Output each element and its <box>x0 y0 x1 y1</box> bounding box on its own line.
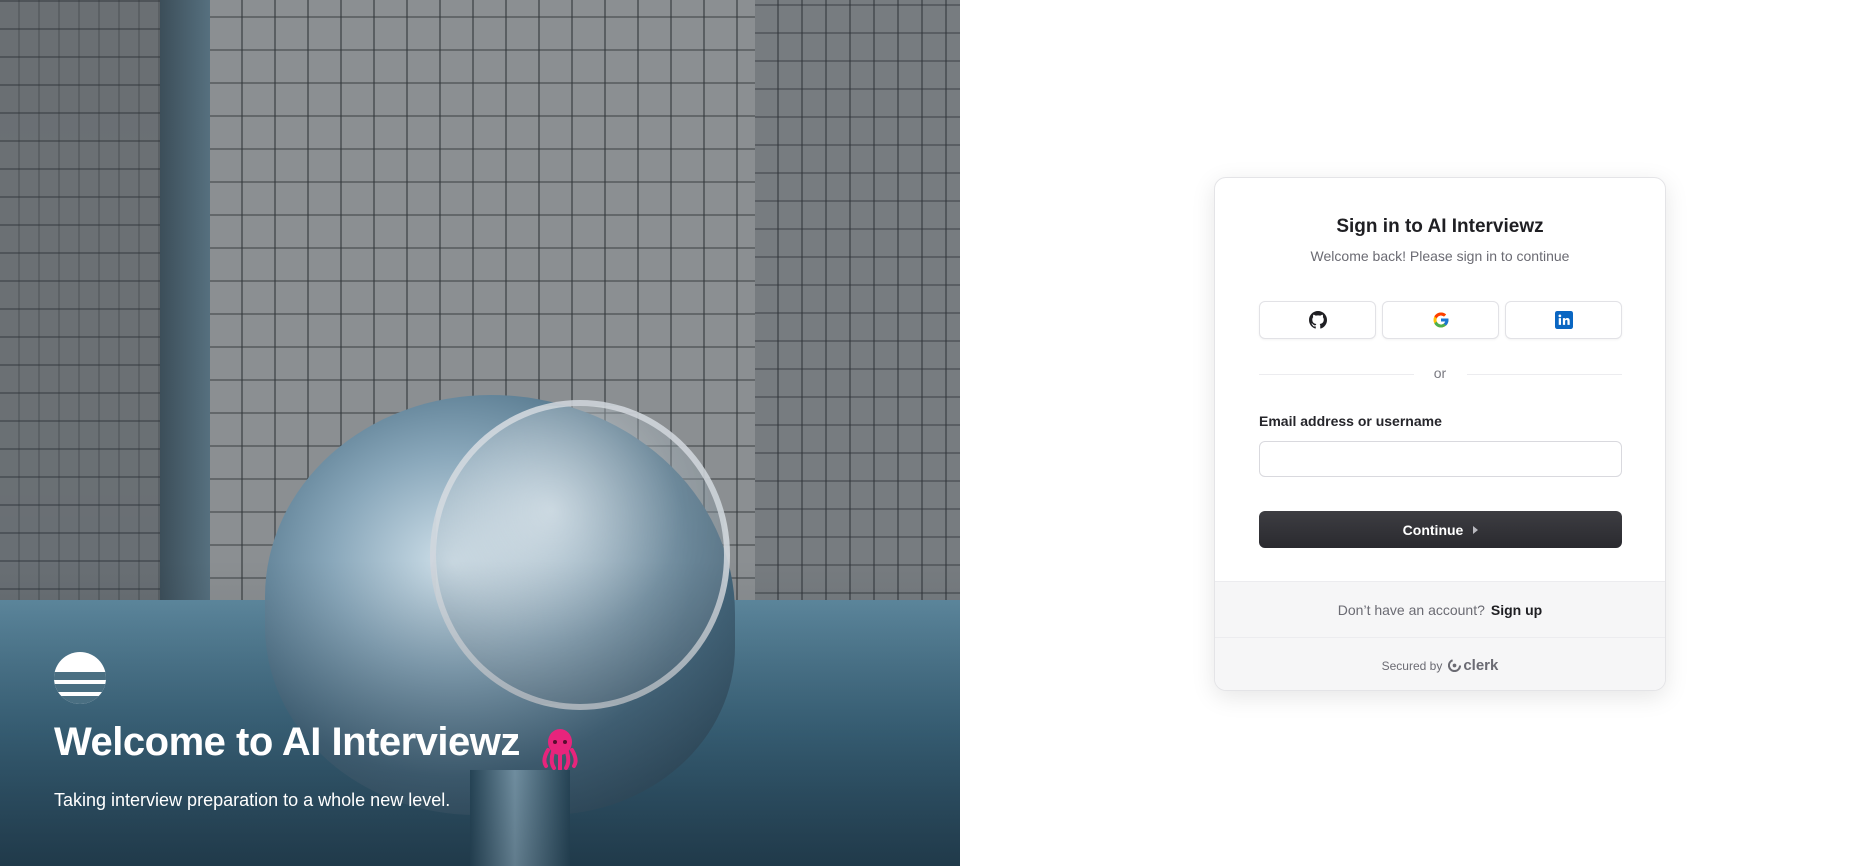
play-arrow-icon <box>1473 525 1479 534</box>
google-signin-button[interactable] <box>1382 301 1499 339</box>
signin-card: Sign in to AI Interviewz Welcome back! P… <box>1214 177 1666 691</box>
waves-logo-icon <box>54 652 106 704</box>
signin-title: Sign in to AI Interviewz <box>1336 216 1544 237</box>
email-field[interactable] <box>1259 441 1622 477</box>
signup-link[interactable]: Sign up <box>1491 602 1542 618</box>
secured-by-label: Secured by <box>1381 658 1443 673</box>
hero-subtitle: Taking interview preparation to a whole … <box>54 790 451 810</box>
octopus-icon <box>542 729 578 770</box>
signin-footer: Don’t have an account? Sign up Secured b… <box>1215 581 1665 690</box>
hero-panel: Welcome to AI Interviewz Taking intervie… <box>0 0 960 866</box>
hero-title: Welcome to AI Interviewz <box>54 720 520 764</box>
github-signin-button[interactable] <box>1259 301 1376 339</box>
signup-question: Don’t have an account? <box>1337 601 1485 618</box>
clerk-icon <box>1448 659 1462 672</box>
signup-prompt: Don’t have an account? Sign up <box>1215 582 1665 638</box>
continue-button[interactable]: Continue <box>1259 511 1622 548</box>
github-icon <box>1308 311 1327 329</box>
clerk-logo: clerk <box>1448 657 1498 674</box>
clerk-wordmark: clerk <box>1463 657 1499 674</box>
continue-button-label: Continue <box>1402 521 1464 538</box>
signin-subtitle: Welcome back! Please sign in to continue <box>1310 248 1570 264</box>
hero-shade <box>0 560 960 866</box>
google-icon <box>1433 312 1448 328</box>
linkedin-signin-button[interactable] <box>1505 301 1622 339</box>
secured-by: Secured by clerk <box>1215 638 1665 690</box>
divider-or: or <box>1433 365 1447 381</box>
linkedin-icon <box>1554 311 1573 329</box>
email-field-label: Email address or username <box>1259 413 1442 429</box>
